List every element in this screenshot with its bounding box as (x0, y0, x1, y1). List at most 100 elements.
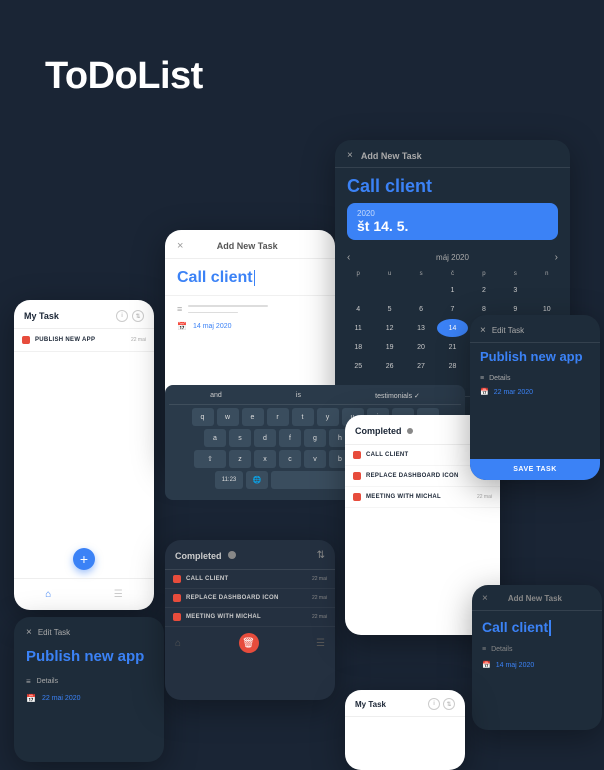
key-r[interactable]: r (267, 408, 289, 426)
sort-icon: ⇅ (443, 698, 455, 710)
lines-icon: ≡ (480, 375, 484, 382)
right-edit-title: Publish new app (470, 343, 600, 372)
completed-task-row: MEETING WITH MICHAL 22 mai (165, 608, 335, 627)
next-month-button[interactable]: › (555, 252, 558, 263)
key-v[interactable]: v (304, 450, 326, 468)
task-date: 22 mai (131, 337, 146, 343)
key-c[interactable]: c (279, 450, 301, 468)
mytask-bottom-title: My Task (355, 700, 386, 709)
key-s[interactable]: s (229, 429, 251, 447)
cal-day[interactable]: 11 (343, 319, 373, 337)
key-q[interactable]: q (192, 408, 214, 426)
calendar-icon: 📅 (480, 388, 489, 396)
task-row: PUBLISH NEW APP 22 mai (14, 329, 154, 352)
cal-close-icon[interactable]: × (347, 150, 353, 161)
key-t[interactable]: t (292, 408, 314, 426)
task-check[interactable] (353, 451, 361, 459)
cal-day[interactable]: 25 (343, 357, 373, 375)
modal-date-row: 📅 14 maj 2020 (165, 318, 335, 335)
right-close-icon[interactable]: × (480, 325, 486, 336)
completed-title: Completed (175, 551, 236, 561)
cal-day-header: p u s č p s n (343, 269, 562, 279)
modal-task-name: Call client (165, 259, 335, 296)
cal-header-title: Add New Task (361, 151, 422, 161)
right-details-row: ≡ Details (470, 372, 600, 385)
task-check[interactable] (353, 472, 361, 480)
menu-icon[interactable]: ☰ (114, 589, 123, 600)
right-modal-close-icon[interactable]: × (482, 593, 488, 604)
cal-day-today[interactable]: 14 (437, 319, 467, 337)
task-check[interactable] (173, 575, 181, 583)
right-date: 22 mar 2020 (494, 389, 533, 396)
cal-day[interactable]: 3 (500, 281, 530, 299)
cal-day[interactable]: 1 (437, 281, 467, 299)
key-d[interactable]: d (254, 429, 276, 447)
cal-day[interactable]: 7 (437, 300, 467, 318)
cal-task-name: Call client (335, 168, 570, 203)
key-w[interactable]: w (217, 408, 239, 426)
card-mytask-bottom: My Task i ⇅ (345, 690, 465, 770)
card-edittask-left: × Edit Task Publish new app ≡ Details 📅 … (14, 617, 164, 762)
key-e[interactable]: e (242, 408, 264, 426)
cal-day[interactable]: 18 (343, 338, 373, 356)
cal-day[interactable]: 26 (374, 357, 404, 375)
task-date-3: 22 mai (312, 614, 327, 620)
cal-day-label: s (406, 269, 436, 279)
cal-day[interactable]: 13 (406, 319, 436, 337)
cal-day (374, 281, 404, 299)
cal-day[interactable]: 27 (406, 357, 436, 375)
kb-suggestions: and is testimonials ✓ (169, 389, 461, 405)
home-icon[interactable]: ⌂ (175, 638, 181, 649)
cal-day[interactable]: 2 (469, 281, 499, 299)
task-name-3: MEETING WITH MICHAL (186, 614, 307, 620)
cal-day[interactable]: 12 (374, 319, 404, 337)
cal-day[interactable]: 19 (374, 338, 404, 356)
cal-day[interactable]: 4 (343, 300, 373, 318)
list-icon[interactable]: ☰ (316, 638, 325, 649)
task-check[interactable] (173, 594, 181, 602)
modal-header: × Add New Task (165, 230, 335, 259)
card-mytask-small: My Task i ⇅ PUBLISH NEW APP 22 mai + ⌂ ☰ (14, 300, 154, 610)
key-f[interactable]: f (279, 429, 301, 447)
cal-header: × Add New Task (335, 140, 570, 168)
cal-day[interactable]: 28 (437, 357, 467, 375)
key-comma[interactable]: 🌐 (246, 471, 268, 489)
completed-header: Completed ⇅ (165, 540, 335, 570)
home-icon[interactable]: ⌂ (45, 589, 51, 600)
lines-icon: ≡ (26, 677, 31, 686)
edit-title: Publish new app (14, 644, 164, 673)
app-title: ToDoList (45, 55, 203, 98)
task-check[interactable] (353, 493, 361, 501)
completed-dot (228, 551, 236, 559)
right-modal-title: Add New Task (508, 594, 562, 603)
key-z[interactable]: z (229, 450, 251, 468)
task-checkbox[interactable] (22, 336, 30, 344)
save-task-button[interactable]: SAVE TASK (470, 459, 600, 480)
delete-fab-button[interactable]: 🗑 (239, 633, 259, 653)
cal-day[interactable]: 5 (374, 300, 404, 318)
bottom-nav: ⌂ ☰ (14, 578, 154, 610)
key-x[interactable]: x (254, 450, 276, 468)
right-edit-label: Edit Task (492, 326, 524, 335)
key-g[interactable]: g (304, 429, 326, 447)
cal-date-chip: 2020 št 14. 5. (347, 203, 558, 240)
cal-day[interactable]: 20 (406, 338, 436, 356)
cal-day[interactable]: 21 (437, 338, 467, 356)
header-icons: i ⇅ (116, 310, 144, 322)
cal-day[interactable]: 6 (406, 300, 436, 318)
key-space[interactable] (271, 471, 351, 489)
task-date-1: 22 mai (312, 576, 327, 582)
edit-date-row: 📅 22 mai 2020 (14, 690, 164, 707)
task-check[interactable] (173, 613, 181, 621)
modal-close-icon[interactable]: × (177, 240, 183, 252)
info-icon: i (116, 310, 128, 322)
key-y[interactable]: y (317, 408, 339, 426)
prev-month-button[interactable]: ‹ (347, 252, 350, 263)
key-shift[interactable]: ⇧ (194, 450, 226, 468)
fab-button[interactable]: + (73, 548, 95, 570)
key-num[interactable]: 11:23 (215, 471, 243, 489)
close-icon[interactable]: × (26, 627, 32, 638)
cal-day-label: p (469, 269, 499, 279)
key-a[interactable]: a (204, 429, 226, 447)
info-icon: i (428, 698, 440, 710)
